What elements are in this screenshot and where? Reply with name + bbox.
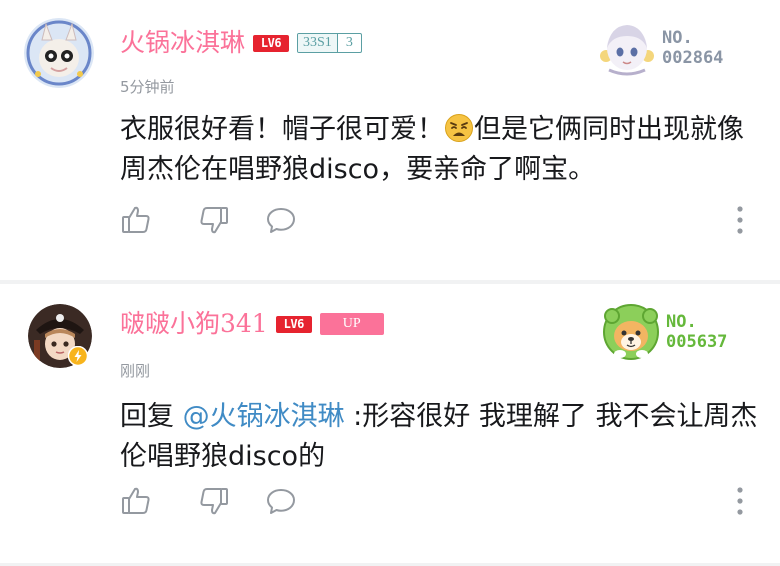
- comment-time: 刚刚: [120, 362, 151, 380]
- nft-character-icon: [596, 18, 658, 78]
- comment-content: 回复 @火锅冰淇琳 :形容很好 我理解了 我不会让周杰伦唱野狼disco的: [120, 397, 760, 477]
- verified-lightning-icon: [67, 345, 89, 367]
- nft-number: NO. 005637: [666, 312, 727, 352]
- comment-actions: [120, 485, 760, 519]
- fan-medal[interactable]: 33S1 3: [297, 33, 362, 53]
- comment-bubble-icon[interactable]: [265, 485, 297, 517]
- thumbs-down-icon[interactable]: [198, 485, 230, 517]
- nft-serial: 005637: [666, 332, 728, 352]
- mention-link[interactable]: @火锅冰淇琳: [183, 401, 345, 432]
- nft-dog-character-icon: [600, 302, 662, 362]
- comment-bubble-icon[interactable]: [265, 204, 297, 236]
- more-vertical-icon[interactable]: [732, 204, 748, 236]
- thumbs-down-icon[interactable]: [198, 204, 230, 236]
- more-vertical-icon[interactable]: [732, 485, 748, 517]
- comment-time: 5分钟前: [120, 78, 175, 96]
- fan-medal-level: 3: [345, 35, 353, 50]
- user-info-row: 啵啵小狗341 LV6 UP: [120, 309, 384, 339]
- username[interactable]: 火锅冰淇琳: [120, 28, 245, 58]
- up-badge: UP: [319, 313, 384, 335]
- level-badge: LV6: [253, 34, 290, 52]
- comment-item: 啵啵小狗341 LV6 UP 刚刚 回复 @火锅冰淇琳 :形容很好 我理解了 我…: [0, 284, 780, 566]
- nft-label: NO.: [666, 312, 697, 332]
- comment-content: 衣服很好看！帽子很可爱！ 但是它俩同时出现就像周杰伦在唱野狼disco，要亲命了啊…: [120, 110, 760, 190]
- nft-number: NO. 002864: [662, 28, 723, 68]
- nft-card-badge[interactable]: NO. 005637: [600, 302, 727, 362]
- username[interactable]: 啵啵小狗341: [120, 309, 268, 339]
- fan-medal-name: 33S1: [298, 34, 338, 52]
- reply-prefix: 回复: [120, 401, 183, 432]
- nft-serial: 002864: [662, 48, 724, 68]
- thumbs-up-icon[interactable]: [120, 204, 152, 236]
- thumbs-up-icon[interactable]: [120, 485, 152, 517]
- comment-actions: [120, 204, 760, 238]
- level-badge: LV6: [275, 315, 312, 333]
- user-info-row: 火锅冰淇琳 LV6 33S1 3: [120, 28, 362, 58]
- nft-card-badge[interactable]: NO. 002864: [596, 18, 723, 78]
- comment-text: 衣服很好看！帽子很可爱！: [120, 114, 444, 145]
- comment-item: 火锅冰淇琳 LV6 33S1 3 5分钟前 衣服很好看！帽子很可爱！ 但是它俩同时…: [0, 0, 780, 284]
- avatar[interactable]: [24, 18, 94, 88]
- weary-face-emoji-icon: [444, 113, 474, 143]
- nft-label: NO.: [662, 28, 693, 48]
